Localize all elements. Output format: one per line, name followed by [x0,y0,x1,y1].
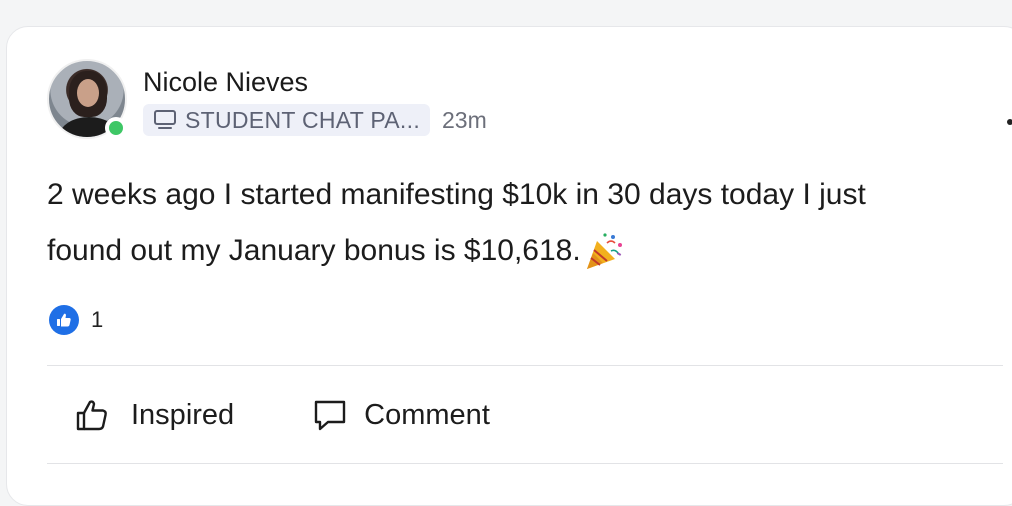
inspired-label: Inspired [131,398,235,431]
post-timestamp[interactable]: 23m [442,107,487,134]
avatar-face [77,79,99,107]
comment-label: Comment [364,398,490,431]
online-status-dot [105,117,127,139]
post-text-line-2: found out my January bonus is $10,618. [47,223,1007,279]
post-text-line-2-text: found out my January bonus is $10,618. [47,234,581,267]
group-chip[interactable]: STUDENT CHAT PA... [143,104,431,136]
thumbs-up-icon [49,305,79,335]
post-header: Nicole Nieves STUDENT CHAT PA... 23m [47,59,1012,139]
post-actions: Inspired Comment [75,391,490,439]
comment-button[interactable]: Comment [312,398,490,432]
thumbs-up-outline-icon [76,400,107,431]
more-options-icon[interactable] [1007,119,1012,125]
monitor-icon [154,110,176,129]
reaction-count: 1 [91,307,104,332]
post-body: 2 weeks ago I started manifesting $10k i… [47,167,1007,279]
post-meta: STUDENT CHAT PA... 23m [143,103,487,137]
author-name[interactable]: Nicole Nieves [143,67,308,98]
post-card: Nicole Nieves STUDENT CHAT PA... 23m 2 w… [6,26,1012,506]
divider-bottom [47,463,1003,464]
divider-top [47,365,1003,366]
group-label: STUDENT CHAT PA... [185,106,421,133]
reactions-summary[interactable]: 1 [49,305,103,335]
party-popper-icon [586,233,622,270]
comment-icon [314,400,346,431]
inspired-button[interactable]: Inspired [75,398,234,432]
post-text-line-1: 2 weeks ago I started manifesting $10k i… [47,178,866,211]
